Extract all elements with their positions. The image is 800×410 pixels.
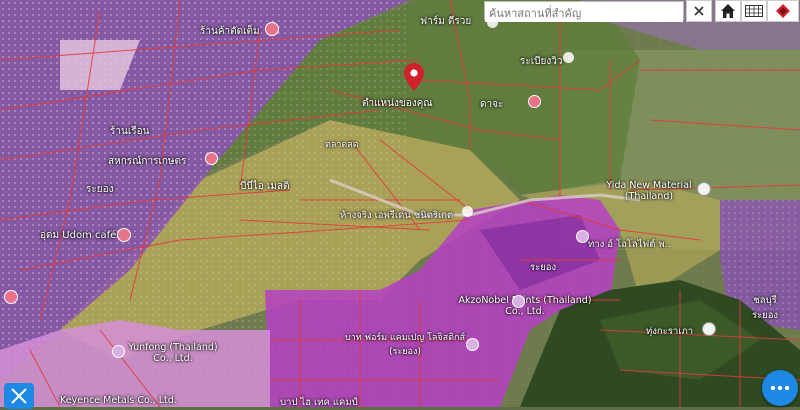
- poi-marker[interactable]: [697, 182, 711, 196]
- place-label: ระยอง: [86, 184, 114, 195]
- measure-tool-button[interactable]: [4, 383, 34, 409]
- place-label: ดาจะ: [480, 99, 504, 110]
- poi-marker[interactable]: [117, 228, 131, 242]
- more-dots-icon: [770, 385, 790, 391]
- location-pin-icon[interactable]: [404, 63, 424, 91]
- home-button[interactable]: [715, 0, 741, 22]
- place-label: ห้างจริง เอพรีเด่น ชนิดริเกต: [340, 210, 454, 221]
- keyboard-grid-icon: [745, 5, 763, 17]
- more-options-button[interactable]: [762, 370, 798, 406]
- search-input[interactable]: [485, 5, 683, 22]
- clear-search-button[interactable]: [686, 0, 712, 22]
- layers-icon: [776, 4, 790, 18]
- place-label: Keyence Metals Co., Ltd.: [60, 395, 177, 406]
- place-label: บาท ฟอร์ม แคมเปญ โลจิสติกส์ (ระยอง): [345, 333, 465, 357]
- place-label: Yunfong (Thailand) Co., Ltd.: [128, 342, 218, 364]
- layers-button[interactable]: [767, 0, 799, 22]
- keyboard-grid-button[interactable]: [741, 0, 767, 22]
- place-label: บาป ไฮ เทค แคมป์: [280, 397, 358, 408]
- poi-marker[interactable]: [265, 22, 279, 36]
- place-label: AkzoNobel Paints (Thailand) Co., Ltd.: [458, 295, 592, 317]
- poi-marker[interactable]: [563, 52, 574, 63]
- place-label: ฟาร์ม ตีรวย: [420, 16, 472, 27]
- place-label: Yida New Material (Thailand): [606, 180, 692, 202]
- place-label: สหกรณ์การเกษตร: [108, 156, 187, 167]
- place-label: ร้านค้าตัดเต็ม: [200, 26, 260, 37]
- poi-marker[interactable]: [512, 295, 525, 308]
- poi-marker[interactable]: [528, 95, 541, 108]
- measure-cross-icon: [11, 388, 27, 404]
- place-label: ร้านเรือน: [110, 126, 150, 137]
- place-label: ชลบุรี ระยอง: [751, 295, 779, 321]
- poi-marker[interactable]: [702, 322, 716, 336]
- place-label: ตลาดสด: [325, 140, 359, 150]
- place-label: ระเบียงวิว: [520, 56, 563, 67]
- poi-marker[interactable]: [4, 290, 18, 304]
- place-label: อุดม Udom café: [40, 230, 117, 241]
- poi-marker[interactable]: [205, 152, 218, 165]
- poi-marker[interactable]: [112, 345, 125, 358]
- place-label: ทาง อ์ โอโลไฟต์ พ..: [588, 239, 671, 250]
- place-label: ทุ่งกะราเภา: [646, 326, 694, 337]
- search-box[interactable]: [484, 1, 684, 22]
- home-icon: [721, 4, 735, 18]
- place-label: ระยอง: [530, 262, 557, 273]
- place-label: บีบีไอ เมลติ: [240, 181, 290, 192]
- poi-marker[interactable]: [466, 338, 479, 351]
- poi-marker[interactable]: [462, 206, 473, 217]
- place-label: ตำแหน่งของคุณ: [362, 98, 433, 109]
- close-icon: [694, 6, 704, 16]
